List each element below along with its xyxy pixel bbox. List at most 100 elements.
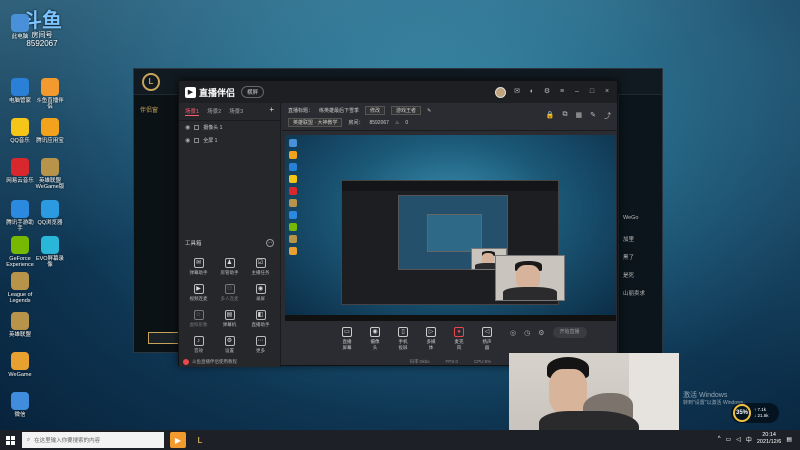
pause-icon[interactable]: ◷: [524, 329, 530, 337]
nvidia-icon: [11, 236, 29, 254]
eye-icon[interactable]: ◉: [185, 124, 190, 131]
tab-scene-3[interactable]: 场景3: [229, 107, 243, 116]
tool-button[interactable]: ♟ 房管助手: [214, 258, 245, 276]
desktop-icon[interactable]: 英雄联盟: [4, 312, 36, 338]
minimize-icon[interactable]: –: [573, 88, 581, 96]
network-icon[interactable]: ▭: [726, 436, 732, 443]
maximize-icon[interactable]: □: [588, 88, 596, 96]
hot-value: 0: [405, 119, 409, 126]
desktop-icon[interactable]: 腾讯应用宝: [34, 118, 66, 144]
edit-title-button[interactable]: 修改: [365, 106, 386, 115]
lock-icon[interactable]: [194, 138, 200, 143]
douyu-small-icon: [183, 359, 189, 365]
start-button[interactable]: [0, 430, 20, 450]
category-select[interactable]: 游戏王者: [391, 106, 422, 115]
desktop-icon[interactable]: 斗鱼直播伴侣: [34, 78, 66, 111]
desktop-icon[interactable]: League of Legends: [4, 272, 36, 305]
mode-toggle-button[interactable]: 横屏: [241, 86, 265, 98]
record-icon: ◉: [255, 284, 266, 294]
stream-app-window[interactable]: ▶ 直播伴侣 横屏 ✉ ◐ ⚙ ≡ – □ × 场景1 场景2 场景3 + ◉ …: [178, 80, 619, 367]
eye-icon[interactable]: ◉: [185, 137, 190, 144]
pencil-icon[interactable]: ✎: [427, 108, 431, 114]
taskbar-lol-icon[interactable]: L: [192, 432, 208, 448]
add-scene-icon[interactable]: +: [269, 106, 274, 116]
source-label: 全屏 1: [203, 138, 218, 144]
tool-button[interactable]: ☑ 主播任务: [245, 258, 276, 276]
message-icon[interactable]: ✉: [513, 88, 521, 96]
tutorial-link[interactable]: 斗鱼直播伴侣使用教程: [183, 359, 237, 365]
tool-button[interactable]: ◧ 直播助手: [245, 310, 276, 328]
sound-icon: ♪: [193, 336, 204, 346]
clock-time: 20:14: [762, 432, 776, 438]
desktop-icon[interactable]: QQ浏览器: [34, 200, 66, 226]
gear-icon[interactable]: ⚙: [538, 329, 544, 337]
desktop-icon[interactable]: WeGame: [4, 352, 36, 378]
settings-icon[interactable]: ⚙: [543, 88, 551, 96]
layout-icon[interactable]: ▦: [576, 111, 583, 121]
control-camera[interactable]: ◉ 摄像头: [370, 327, 380, 351]
speed-readout: ↑ 7.1k ↓ 21.6k: [754, 407, 769, 420]
skin-icon[interactable]: ◐: [528, 88, 536, 96]
edit-icon[interactable]: ✎: [590, 111, 596, 121]
tool-button[interactable]: ✉ 弹幕助手: [183, 258, 214, 276]
stream-info-bar: 直播标题： 练英雄最后下雪季 修改 游戏王者 ✎ 英雄联盟 · 大神教学 房间：…: [282, 103, 619, 131]
netease-music-icon: [11, 158, 29, 176]
desktop-icon[interactable]: 此电脑: [4, 14, 36, 40]
control-phone-cast[interactable]: ▯ 手机投屏: [398, 327, 408, 351]
tool-button[interactable]: ▤ 弹幕机: [214, 310, 245, 328]
source-item[interactable]: ◉ 全屏 1: [179, 134, 280, 147]
desktop-icon[interactable]: 腾讯手游助手: [4, 200, 36, 233]
taskbar-clock[interactable]: 20:14 2021/12/6: [757, 432, 781, 446]
ime-icon[interactable]: 中: [746, 435, 752, 444]
desktop-icon[interactable]: 英雄联盟WeGame版: [34, 158, 66, 191]
control-media[interactable]: ▷ 多媒体: [426, 327, 436, 351]
desktop-icon[interactable]: 网易云音乐: [4, 158, 36, 184]
network-speed-widget[interactable]: 35% ↑ 7.1k ↓ 21.6k: [731, 403, 779, 423]
taskbar-douyu-icon[interactable]: ▶: [170, 432, 186, 448]
search-icon: ⌕: [27, 436, 31, 443]
bitrate-status: 码率:0kbs: [409, 359, 430, 364]
tab-scene-2[interactable]: 场景2: [207, 107, 221, 116]
copy-icon[interactable]: ⧉: [563, 111, 568, 121]
taskbar-search[interactable]: ⌕ 在这里输入你要搜索的内容: [22, 432, 164, 448]
user-avatar[interactable]: [495, 86, 506, 98]
lol-play-button[interactable]: [148, 332, 182, 344]
lock-icon[interactable]: 🔒: [546, 111, 555, 121]
tool-button[interactable]: ♪ 音效: [183, 336, 214, 354]
desktop-icon[interactable]: 电脑管家: [4, 78, 36, 104]
stream-preview[interactable]: [285, 135, 616, 321]
control-speaker[interactable]: ◁ 扬声器: [482, 327, 492, 351]
desktop-icon[interactable]: GeForce Experience: [4, 236, 36, 269]
room-label: 房间：: [348, 120, 364, 126]
desktop-icon[interactable]: QQ音乐: [4, 118, 36, 144]
desktop-icon[interactable]: EVO屏幕录像: [34, 236, 66, 269]
tab-scene-1[interactable]: 场景1: [185, 107, 200, 116]
go-live-button[interactable]: 开始直播: [552, 327, 587, 338]
more-tools-icon[interactable]: ⋯: [266, 239, 274, 247]
tool-button[interactable]: ⚙ 设置: [214, 336, 245, 354]
tool-button[interactable]: ⋯ 更多: [245, 336, 276, 354]
area-select[interactable]: 英雄联盟 · 大神教学: [288, 118, 343, 127]
lock-icon[interactable]: [194, 125, 200, 130]
share-icon[interactable]: ⤴: [604, 111, 611, 121]
phone-cast-icon: ▯: [398, 327, 408, 337]
tray-chevron-icon[interactable]: ^: [718, 436, 721, 442]
user-icon: ♟: [224, 258, 235, 268]
tool-button[interactable]: ⚇ 多人连麦: [214, 284, 245, 302]
preview-nested-preview: [398, 195, 508, 270]
menu-icon[interactable]: ≡: [558, 88, 566, 96]
notification-icon[interactable]: ▤: [786, 436, 792, 443]
controls-right: ◎ ◷ ⚙ 开始直播: [510, 327, 587, 338]
tool-button[interactable]: ☺ 虚拟形象: [183, 310, 214, 328]
tool-button[interactable]: ▶ 视频连麦: [183, 284, 214, 302]
volume-icon[interactable]: ◁: [736, 436, 741, 443]
tool-button[interactable]: ◉ 录屏: [245, 284, 276, 302]
desktop-icon-label: WeGame: [8, 372, 32, 378]
control-monitor[interactable]: ▭ 直播屏幕: [342, 327, 352, 351]
record-icon[interactable]: ◎: [510, 329, 516, 337]
close-icon[interactable]: ×: [603, 88, 611, 96]
desktop-icon[interactable]: 微信: [4, 392, 36, 418]
source-item[interactable]: ◉ 摄像头 1: [179, 121, 280, 134]
wechat-icon: [11, 392, 29, 410]
control-mic[interactable]: ● 麦克风: [454, 327, 464, 351]
